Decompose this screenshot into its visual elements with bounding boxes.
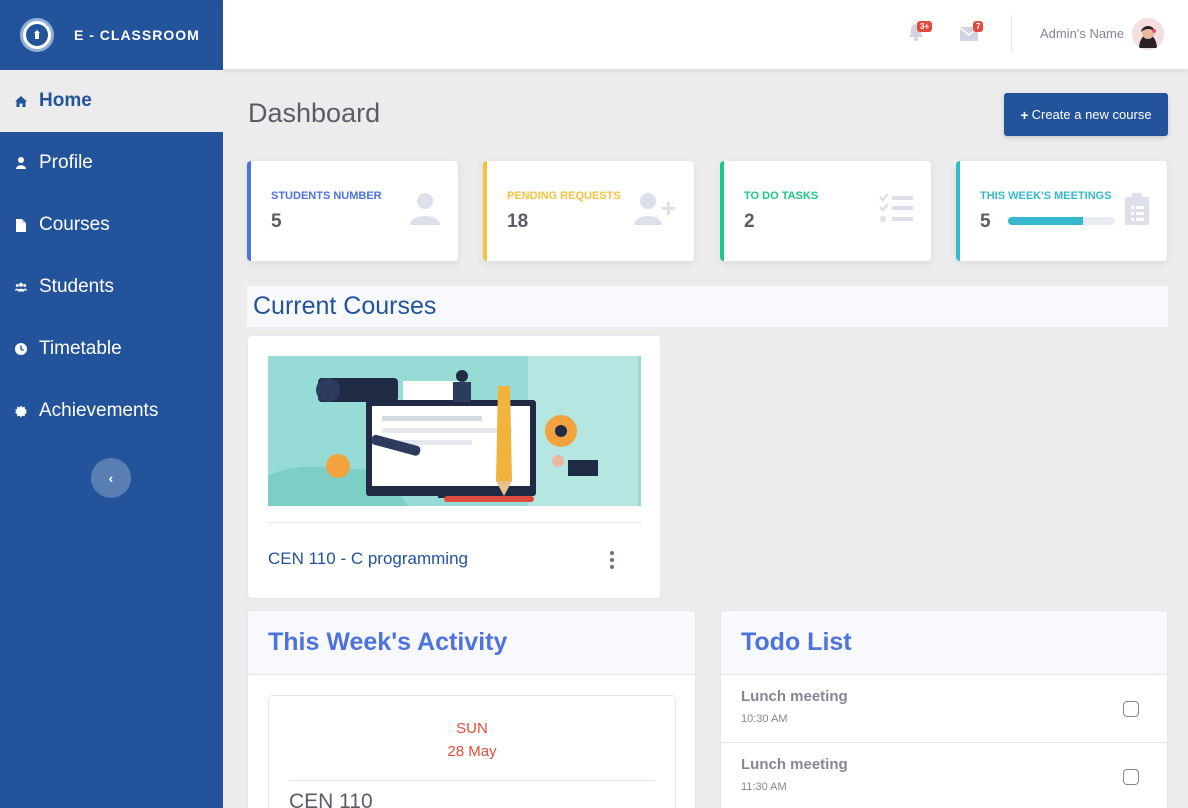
todo-item-time: 11:30 AM [741, 781, 787, 793]
user-plus-icon [634, 193, 676, 230]
activity-course: CEN 110 [289, 790, 373, 808]
more-options-icon[interactable] [608, 551, 616, 569]
todo-item: Lunch meeting 10:30 AM [721, 675, 1167, 743]
stat-label: THIS WEEK'S MEETINGS [980, 190, 1112, 202]
sidebar-item-label: Timetable [39, 338, 122, 359]
sidebar-item-timetable[interactable]: Timetable [0, 318, 223, 380]
activity-panel: This Week's Activity SUN 28 May CEN 110 [247, 610, 696, 808]
messages-badge: 7 [973, 21, 984, 32]
avatar[interactable] [1132, 18, 1164, 50]
activity-date: 28 May [447, 743, 497, 760]
sidebar-item-label: Students [39, 276, 114, 297]
course-divider [268, 522, 641, 523]
sidebar-item-label: Courses [39, 214, 110, 235]
todo-item-time: 10:30 AM [741, 713, 788, 725]
sidebar-toggle-button[interactable]: ‹ [91, 458, 131, 498]
sidebar-item-home[interactable]: Home [0, 70, 223, 132]
brand[interactable]: E - CLASSROOM [0, 0, 223, 70]
course-illustration [268, 356, 641, 506]
alerts-badge: 3+ [917, 21, 933, 32]
stat-label: PENDING REQUESTS [507, 190, 621, 202]
sidebar-item-students[interactable]: Students [0, 256, 223, 318]
todo-title: Todo List [721, 611, 1167, 675]
sidebar-item-profile[interactable]: Profile [0, 132, 223, 194]
sidebar-item-label: Achievements [39, 400, 159, 421]
stat-value: 5 [980, 211, 991, 232]
activity-title: This Week's Activity [248, 611, 695, 675]
sidebar-item-label: Home [39, 90, 92, 111]
section-title: Current Courses [253, 292, 437, 320]
home-icon [15, 95, 27, 107]
messages-button[interactable]: 7 [959, 21, 984, 44]
sidebar-item-achievements[interactable]: Achievements [0, 380, 223, 442]
stat-card-students: STUDENTS NUMBER 5 [247, 161, 458, 261]
stat-value: 18 [507, 211, 529, 232]
stat-label: STUDENTS NUMBER [271, 190, 382, 202]
page-title: Dashboard [248, 98, 381, 128]
course-card[interactable]: CEN 110 - C programming [247, 335, 661, 599]
stat-card-meetings: THIS WEEK'S MEETINGS 5 [956, 161, 1167, 261]
stat-value: 2 [744, 211, 755, 232]
todo-panel: Todo List Lunch meeting 10:30 AM Lunch m… [720, 610, 1168, 808]
brand-name: E - CLASSROOM [74, 27, 200, 43]
file-icon [15, 218, 27, 232]
stat-label: TO DO TASKS [744, 190, 819, 202]
user-name[interactable]: Admin's Name [1040, 26, 1124, 41]
todo-item: Lunch meeting 11:30 AM [721, 743, 1167, 808]
current-courses-header: Current Courses [247, 286, 1168, 327]
sidebar: E - CLASSROOM Home Profile Courses Stude… [0, 0, 223, 808]
progress-fill [1008, 217, 1083, 225]
users-icon [15, 281, 27, 293]
todo-item-title: Lunch meeting [741, 688, 848, 705]
sidebar-item-courses[interactable]: Courses [0, 194, 223, 256]
meetings-progress-bar [1008, 217, 1115, 225]
course-name-link[interactable]: CEN 110 - C programming [268, 549, 468, 569]
activity-item[interactable]: SUN 28 May CEN 110 [268, 695, 676, 808]
stat-value: 5 [271, 211, 282, 232]
create-course-button[interactable]: + Create a new course [1004, 93, 1168, 136]
certificate-icon [15, 405, 27, 417]
user-icon [15, 157, 27, 169]
tasks-icon [879, 193, 913, 228]
sidebar-item-label: Profile [39, 152, 93, 173]
stat-card-todo-tasks: TO DO TASKS 2 [720, 161, 931, 261]
todo-checkbox[interactable] [1123, 769, 1139, 785]
activity-day: SUN [456, 720, 488, 737]
user-icon [410, 193, 440, 230]
clock-icon [15, 343, 27, 355]
alerts-button[interactable]: 3+ [908, 21, 933, 44]
todo-item-title: Lunch meeting [741, 756, 848, 773]
chevron-left-icon: ‹ [108, 470, 114, 486]
clipboard-icon [1125, 193, 1149, 230]
plus-icon: + [1020, 106, 1029, 123]
todo-checkbox[interactable] [1123, 701, 1139, 717]
stat-card-pending-requests: PENDING REQUESTS 18 [483, 161, 694, 261]
topbar-divider [1011, 15, 1012, 53]
activity-divider [289, 780, 655, 781]
university-logo-icon [20, 18, 54, 52]
topbar: 3+ 7 Admin's Name [223, 0, 1188, 69]
create-course-label: Create a new course [1031, 107, 1152, 122]
